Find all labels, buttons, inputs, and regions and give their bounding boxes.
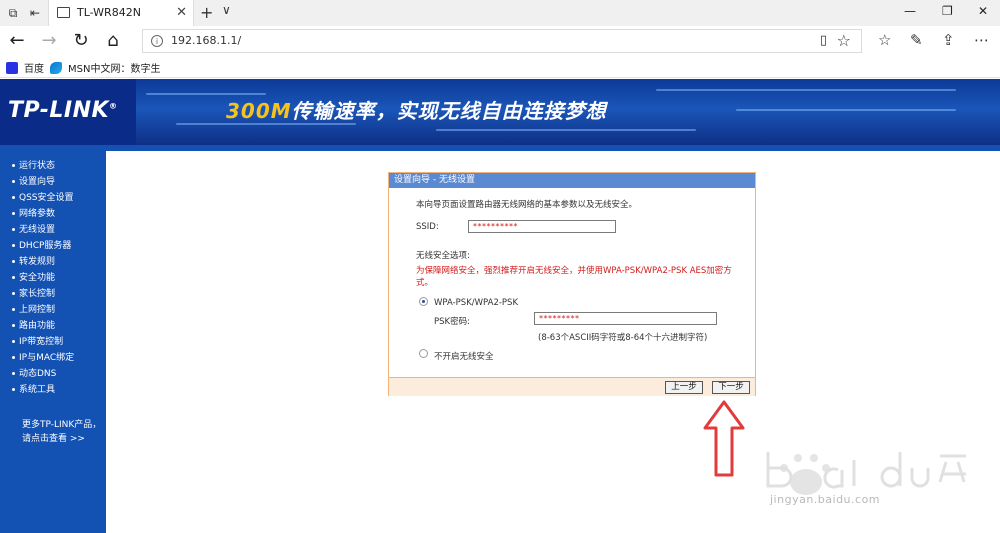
back-icon[interactable]: ←: [6, 30, 28, 51]
sidebar-item-wireless[interactable]: 无线设置: [12, 222, 74, 238]
favorites-hub-icon[interactable]: ☆: [878, 31, 891, 49]
security-warning: 为保障网络安全，强烈推荐开启无线安全，并使用WPA-PSK/WPA2-PSK A…: [416, 266, 732, 288]
tab-bar: ⧉ ⇤ TL-WR842N ✕ + ∨ — ❐ ✕: [0, 0, 1000, 26]
baidu-icon: [6, 61, 18, 74]
wpa-psk-label: WPA-PSK/WPA2-PSK: [434, 298, 519, 308]
sidebar-item-ip-mac[interactable]: IP与MAC绑定: [12, 350, 74, 366]
page-favicon-icon: [57, 7, 70, 18]
sidebar-item-dhcp[interactable]: DHCP服务器: [12, 238, 74, 254]
sidebar-item-parental[interactable]: 家长控制: [12, 286, 74, 302]
address-bar: ← → ↻ ⌂ i 192.168.1.1/ ▯ ☆ ☆ ✎ ⇪ ⋯: [0, 26, 1000, 56]
site-info-icon[interactable]: i: [151, 35, 163, 47]
url-text: 192.168.1.1/: [171, 34, 242, 47]
slogan-area: 300M传输速率，实现无线自由连接梦想: [136, 79, 1000, 145]
favorite-msn-label: MSN中文网：数字生: [68, 64, 161, 75]
wizard-title: 设置向导 - 无线设置: [389, 173, 755, 188]
no-security-label: 不开启无线安全: [434, 352, 494, 362]
psk-password-label: PSK密码:: [434, 317, 470, 327]
forward-icon[interactable]: →: [38, 30, 60, 51]
favorite-msn[interactable]: MSN中文网：数字生: [50, 60, 160, 75]
favorites-bar: 百度 MSN中文网：数字生: [0, 56, 1000, 78]
next-step-button[interactable]: 下一步: [712, 381, 750, 394]
reading-view-icon[interactable]: ▯: [820, 33, 827, 48]
new-tab-icon[interactable]: +: [200, 3, 213, 22]
favorite-baidu-label: 百度: [24, 64, 44, 75]
psk-password-hint: (8-63个ASCII码字符或8-64个十六进制字符): [538, 333, 708, 343]
more-products-link[interactable]: 更多TP-LINK产品， 请点击查看 >>: [22, 418, 101, 446]
sidebar-item-ddns[interactable]: 动态DNS: [12, 366, 74, 382]
watermark-url: jingyan.baidu.com: [770, 493, 881, 506]
tab-actions-icon[interactable]: ⧉: [4, 4, 22, 22]
radio-no-security[interactable]: [419, 349, 428, 358]
prev-step-button[interactable]: 上一步: [665, 381, 703, 394]
sidebar-item-network[interactable]: 网络参数: [12, 206, 74, 222]
browser-tab[interactable]: TL-WR842N ✕: [48, 0, 194, 26]
sidebar-menu: 运行状态 设置向导 QSS安全设置 网络参数 无线设置 DHCP服务器 转发规则…: [12, 158, 74, 398]
refresh-icon[interactable]: ↻: [70, 30, 92, 51]
window-close-icon[interactable]: ✕: [978, 4, 988, 18]
radio-wpa-psk[interactable]: [419, 297, 428, 306]
banner-slogan: 300M传输速率，实现无线自由连接梦想: [226, 99, 607, 123]
more-icon[interactable]: ⋯: [974, 31, 989, 49]
sidebar-item-bandwidth[interactable]: IP带宽控制: [12, 334, 74, 350]
url-field[interactable]: i 192.168.1.1/ ▯ ☆: [142, 29, 862, 53]
msn-icon: [50, 61, 62, 74]
security-options-label: 无线安全选项:: [416, 251, 470, 261]
sidebar-item-system-tools[interactable]: 系统工具: [12, 382, 74, 398]
sidebar-item-forwarding[interactable]: 转发规则: [12, 254, 74, 270]
sidebar-item-routing[interactable]: 路由功能: [12, 318, 74, 334]
sidebar-item-access-control[interactable]: 上网控制: [12, 302, 74, 318]
tab-close-icon[interactable]: ✕: [176, 5, 187, 20]
sidebar-item-qss[interactable]: QSS安全设置: [12, 190, 74, 206]
red-arrow-annotation-icon: [703, 400, 745, 477]
sidebar-item-wizard[interactable]: 设置向导: [12, 174, 74, 190]
logo-area: TP-LINK®: [0, 79, 136, 145]
share-icon[interactable]: ⇪: [942, 31, 955, 49]
minimize-icon[interactable]: —: [904, 4, 916, 18]
wizard-footer: 上一步 下一步: [389, 377, 755, 396]
ssid-label: SSID:: [416, 222, 439, 232]
wizard-panel: 设置向导 - 无线设置 本向导页面设置路由器无线网络的基本参数以及无线安全。 S…: [388, 172, 756, 396]
ssid-input[interactable]: **********: [468, 220, 616, 233]
router-banner: TP-LINK® 300M传输速率，实现无线自由连接梦想: [0, 79, 1000, 145]
tab-title: TL-WR842N: [77, 6, 141, 19]
restore-icon[interactable]: ❐: [942, 4, 953, 18]
wizard-intro: 本向导页面设置路由器无线网络的基本参数以及无线安全。: [416, 200, 638, 210]
sidebar-item-status[interactable]: 运行状态: [12, 158, 74, 174]
home-icon[interactable]: ⌂: [102, 30, 124, 51]
tp-link-logo: TP-LINK®: [8, 98, 118, 123]
sidebar-item-security[interactable]: 安全功能: [12, 270, 74, 286]
favorite-star-icon[interactable]: ☆: [837, 31, 851, 50]
web-note-icon[interactable]: ✎: [910, 31, 923, 49]
favorite-baidu[interactable]: 百度: [6, 60, 44, 75]
psk-password-input[interactable]: *********: [534, 312, 717, 325]
tab-list-chevron-icon[interactable]: ∨: [222, 3, 231, 17]
tab-aside-icon[interactable]: ⇤: [26, 4, 44, 22]
